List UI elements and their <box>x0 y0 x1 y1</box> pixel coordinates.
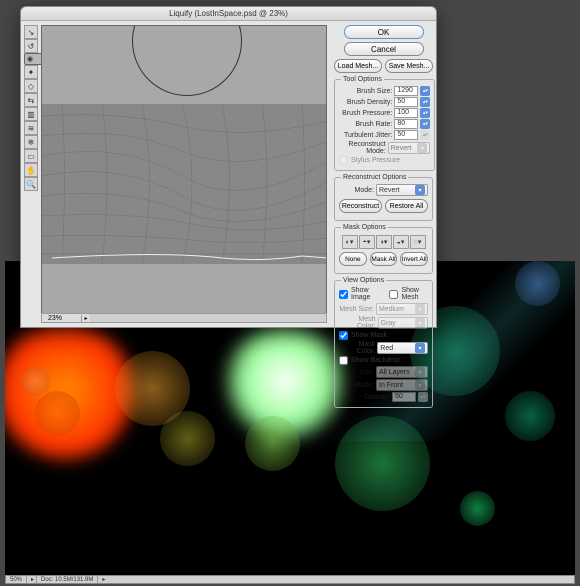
show-backdrop-checkbox[interactable] <box>339 356 348 365</box>
reconstruct-mode-select: Revert▾ <box>388 142 431 154</box>
reconstruct-legend: Reconstruct Options <box>341 174 408 181</box>
stepper-icon: ▴▾ <box>418 392 428 402</box>
reconstruct-tool-icon[interactable]: ↺ <box>24 39 38 53</box>
mesh-size-select: Medium▾ <box>376 303 428 315</box>
status-doc[interactable]: Doc: 10.5M/131.9M <box>37 576 98 583</box>
brush-rate-input[interactable]: 80 <box>394 119 418 129</box>
mask-none-button[interactable]: None <box>339 252 367 266</box>
brush-pressure-label: Brush Pressure: <box>342 110 392 117</box>
stepper-icon[interactable]: ▴▾ <box>420 108 430 118</box>
cancel-button[interactable]: Cancel <box>344 42 424 56</box>
pucker-tool-icon[interactable]: ✦ <box>24 65 38 79</box>
status-zoom[interactable]: 50% <box>6 576 27 583</box>
brush-size-label: Brush Size: <box>357 88 393 95</box>
show-image-checkbox[interactable] <box>339 290 348 299</box>
bokeh-circle <box>160 411 215 466</box>
zoom-stepper-icon[interactable]: ▸ <box>82 315 90 322</box>
turbulent-jitter-label: Turbulent Jitter: <box>344 132 392 139</box>
use-label: Use: <box>360 369 374 376</box>
backdrop-mode-select: In Front▾ <box>376 379 428 391</box>
mask-legend: Mask Options <box>341 224 388 231</box>
mask-invert-icon[interactable]: ◌▾ <box>410 235 426 249</box>
stylus-pressure-label: Stylus Pressure <box>351 157 400 164</box>
ok-button[interactable]: OK <box>344 25 424 39</box>
preview-scrollbar[interactable]: 23% ▸ <box>41 313 327 323</box>
mesh-size-label: Mesh Size: <box>339 306 374 313</box>
status-bar: 50% ▸ Doc: 10.5M/131.9M ▸ <box>5 575 575 584</box>
show-mesh-label: Show Mesh <box>401 287 428 301</box>
stepper-icon[interactable]: ▴▾ <box>420 97 430 107</box>
mirror-tool-icon[interactable]: ▥ <box>24 107 38 121</box>
hand-tool-icon[interactable]: ✋ <box>24 163 38 177</box>
liquify-dialog: Liquify (LostInSpace.psd @ 23%) ↘ ↺ ◉ ✦ … <box>20 6 437 328</box>
mask-add-icon[interactable]: ◓▾ <box>359 235 375 249</box>
restore-all-button[interactable]: Restore All <box>385 199 428 213</box>
bokeh-circle <box>35 391 80 436</box>
status-track: ▸ <box>98 576 574 583</box>
preview-area[interactable] <box>41 25 327 320</box>
show-image-label: Show Image <box>351 287 379 301</box>
mask-options-group: Mask Options ◐▾ ◓▾ ◑▾ ◒▾ ◌▾ None Mask Al… <box>334 224 433 274</box>
use-select: All Layers▾ <box>376 366 428 378</box>
mesh-color-label: Mesh Color: <box>339 316 376 330</box>
stylus-pressure-checkbox <box>339 156 348 165</box>
show-mask-label: Show Mask <box>351 332 387 339</box>
status-icon[interactable]: ▸ <box>27 576 37 583</box>
bloat-tool-icon[interactable]: ◇ <box>24 79 38 93</box>
reconstruct-mode-select[interactable]: Revert▾ <box>376 184 428 196</box>
turbulent-jitter-input[interactable]: 50 <box>394 130 418 140</box>
reconstruct-options-group: Reconstruct Options Mode:Revert▾ Reconst… <box>334 174 433 221</box>
mask-color-select[interactable]: Red▾ <box>377 342 428 354</box>
reconstruct-button[interactable]: Reconstruct <box>339 199 382 213</box>
options-panel: OK Cancel Load Mesh... Save Mesh... Tool… <box>334 25 433 324</box>
mask-intersect-icon[interactable]: ◒▾ <box>393 235 409 249</box>
forward-warp-tool-icon[interactable]: ↘ <box>24 25 38 39</box>
tool-options-group: Tool Options Brush Size:1290▴▾ Brush Den… <box>334 76 435 171</box>
view-legend: View Options <box>341 277 386 284</box>
brush-rate-label: Brush Rate: <box>355 121 392 128</box>
stepper-icon[interactable]: ▴▾ <box>420 119 430 129</box>
reconstruct-mode-label: Mode: <box>355 187 374 194</box>
opacity-input: 50 <box>392 392 416 402</box>
opacity-label: Opacity: <box>364 394 390 401</box>
show-mesh-checkbox[interactable] <box>389 290 398 299</box>
brush-pressure-input[interactable]: 100 <box>394 108 418 118</box>
mesh-color-select: Gray▾ <box>378 317 429 329</box>
dialog-title: Liquify (LostInSpace.psd @ 23%) <box>21 7 436 21</box>
mask-all-button[interactable]: Mask All <box>370 252 398 266</box>
tool-column: ↘ ↺ ◉ ✦ ◇ ⇆ ▥ ≋ ❄ ▭ ✋ 🔍 <box>24 25 38 191</box>
save-mesh-button[interactable]: Save Mesh... <box>385 59 433 73</box>
load-mesh-button[interactable]: Load Mesh... <box>334 59 382 73</box>
mask-replace-icon[interactable]: ◐▾ <box>342 235 358 249</box>
brush-density-label: Brush Density: <box>347 99 393 106</box>
push-left-tool-icon[interactable]: ⇆ <box>24 93 38 107</box>
mask-subtract-icon[interactable]: ◑▾ <box>376 235 392 249</box>
freeze-mask-tool-icon[interactable]: ❄ <box>24 135 38 149</box>
mask-color-label: Mask Color: <box>339 341 375 355</box>
stepper-icon: ▴▾ <box>420 130 430 140</box>
tool-options-legend: Tool Options <box>341 76 384 83</box>
bokeh-circle <box>245 416 300 471</box>
bokeh-circle <box>20 366 50 396</box>
zoom-readout[interactable]: 23% <box>42 315 82 322</box>
stepper-icon[interactable]: ▴▾ <box>420 86 430 96</box>
show-backdrop-label: Show Backdrop <box>351 357 400 364</box>
reconstruct-mode-label: Reconstruct Mode: <box>339 141 386 155</box>
show-mask-checkbox[interactable] <box>339 331 348 340</box>
zoom-tool-icon[interactable]: 🔍 <box>24 177 38 191</box>
brush-size-input[interactable]: 1290 <box>394 86 418 96</box>
invert-all-button[interactable]: Invert All <box>400 252 428 266</box>
bokeh-circle <box>460 491 495 526</box>
backdrop-mode-label: Mode: <box>355 382 374 389</box>
view-options-group: View Options Show Image Show Mesh Mesh S… <box>334 277 433 408</box>
scroll-track[interactable] <box>90 314 326 322</box>
thaw-mask-tool-icon[interactable]: ▭ <box>24 149 38 163</box>
turbulence-tool-icon[interactable]: ≋ <box>24 121 38 135</box>
brush-density-input[interactable]: 50 <box>394 97 418 107</box>
